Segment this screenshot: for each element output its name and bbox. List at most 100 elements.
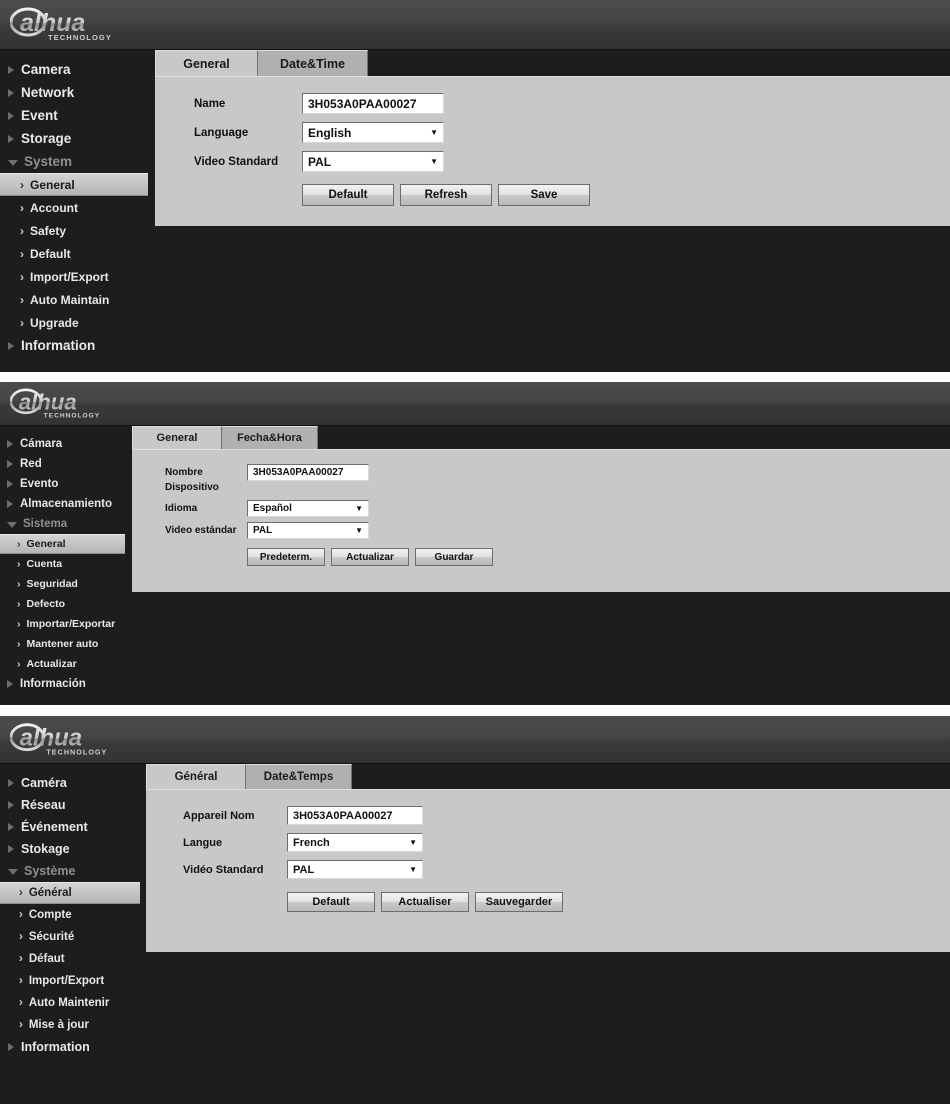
save-button[interactable]: Sauvegarder (475, 892, 563, 912)
sidebar-item-camera[interactable]: Caméra (0, 772, 146, 794)
video-standard-select[interactable]: PAL ▼ (247, 522, 369, 539)
save-button[interactable]: Guardar (415, 548, 493, 566)
triangle-down-icon (8, 159, 18, 166)
sidebar-item-label: Defecto (26, 598, 66, 610)
triangle-right-icon (8, 88, 14, 97)
sidebar-item-network[interactable]: Red (0, 454, 132, 474)
sidebar-item-camera[interactable]: Cámara (0, 434, 132, 454)
default-button[interactable]: Default (302, 184, 394, 206)
video-standard-select[interactable]: PAL ▼ (302, 151, 444, 172)
panel-body: Caméra Réseau Événement Stokage Système … (0, 764, 950, 1058)
sidebar-item-safety[interactable]: › Seguridad (0, 574, 132, 594)
sidebar-item-default[interactable]: › Defecto (0, 594, 132, 614)
sidebar-item-system[interactable]: System (0, 150, 155, 173)
brand-header: alhua TECHNOLOGY (0, 0, 950, 50)
sidebar-item-label: Default (30, 246, 71, 261)
chevron-right-icon: › (19, 887, 23, 899)
triangle-right-icon (8, 779, 14, 787)
language-value: French (293, 836, 330, 849)
form-row-video-standard: Video estándar PAL ▼ (165, 522, 950, 539)
triangle-right-icon (7, 680, 13, 688)
tab-date-time[interactable]: Fecha&Hora (222, 426, 318, 449)
screenshot-root: alhua TECHNOLOGY Camera Network Event St… (0, 0, 950, 1104)
sidebar-item-storage[interactable]: Almacenamiento (0, 494, 132, 514)
action-buttons: Default Refresh Save (302, 184, 950, 206)
sidebar-item-label: Seguridad (26, 578, 78, 590)
sidebar-item-general[interactable]: › Général (0, 882, 140, 904)
refresh-button[interactable]: Refresh (400, 184, 492, 206)
sidebar-item-general[interactable]: › General (0, 534, 125, 554)
sidebar-item-upgrade[interactable]: › Mise à jour (0, 1014, 146, 1036)
sidebar-item-network[interactable]: Réseau (0, 794, 146, 816)
chevron-right-icon: › (17, 578, 21, 590)
sidebar-item-general[interactable]: › General (0, 173, 148, 196)
sidebar-item-label: Défaut (28, 953, 65, 965)
sidebar-item-safety[interactable]: › Sécurité (0, 926, 146, 948)
save-button[interactable]: Save (498, 184, 590, 206)
svg-text:TECHNOLOGY: TECHNOLOGY (44, 412, 101, 419)
sidebar-item-storage[interactable]: Stokage (0, 838, 146, 860)
caret-down-icon: ▼ (355, 525, 363, 535)
sidebar-item-account[interactable]: › Compte (0, 904, 146, 926)
sidebar-item-default[interactable]: › Default (0, 242, 155, 265)
tab-general[interactable]: General (132, 426, 222, 449)
sidebar-item-safety[interactable]: › Safety (0, 219, 155, 242)
sidebar-item-label: Importar/Exportar (26, 618, 116, 630)
language-select[interactable]: French ▼ (287, 833, 423, 852)
sidebar-item-event[interactable]: Événement (0, 816, 146, 838)
default-button[interactable]: Predeterm. (247, 548, 325, 566)
sidebar-item-account[interactable]: › Account (0, 196, 155, 219)
sidebar-item-information[interactable]: Information (0, 1036, 146, 1058)
sidebar-item-label: Mantener auto (26, 638, 99, 650)
sidebar-item-camera[interactable]: Camera (0, 58, 155, 81)
triangle-right-icon (8, 845, 14, 853)
sidebar-item-network[interactable]: Network (0, 81, 155, 104)
sidebar-item-storage[interactable]: Storage (0, 127, 155, 150)
sidebar-item-import-export[interactable]: › Importar/Exportar (0, 614, 132, 634)
dahua-logo: alhua TECHNOLOGY (10, 7, 150, 43)
triangle-right-icon (8, 65, 14, 74)
sidebar-item-event[interactable]: Event (0, 104, 155, 127)
chevron-right-icon: › (19, 1019, 23, 1031)
language-label: Language (194, 127, 249, 139)
refresh-button[interactable]: Actualiser (381, 892, 469, 912)
sidebar-item-import-export[interactable]: › Import/Export (0, 265, 155, 288)
sidebar-item-information[interactable]: Information (0, 334, 155, 357)
device-name-input[interactable]: 3H053A0PAA00027 (247, 464, 369, 481)
language-select[interactable]: Español ▼ (247, 500, 369, 517)
sidebar-item-upgrade[interactable]: › Upgrade (0, 311, 155, 334)
sidebar-item-event[interactable]: Evento (0, 474, 132, 494)
sidebar-item-auto-maintain[interactable]: › Auto Maintenir (0, 992, 146, 1014)
sidebar-item-system[interactable]: Système (0, 860, 146, 882)
sidebar-item-system[interactable]: Sistema (0, 514, 132, 534)
form-row-language: Language English ▼ (194, 122, 950, 144)
chevron-right-icon: › (19, 931, 23, 943)
language-select[interactable]: English ▼ (302, 122, 444, 143)
tab-general[interactable]: Général (146, 764, 246, 789)
sidebar-item-label: Système (24, 864, 76, 878)
tab-date-time[interactable]: Date&Temps (246, 764, 352, 789)
sidebar-item-account[interactable]: › Cuenta (0, 554, 132, 574)
default-button[interactable]: Default (287, 892, 375, 912)
sidebar-item-label: Event (21, 108, 58, 123)
device-name-input[interactable]: 3H053A0PAA00027 (287, 806, 423, 825)
tab-date-time[interactable]: Date&Time (258, 50, 368, 76)
sidebar-item-label: Information (21, 1040, 90, 1054)
video-standard-value: PAL (308, 154, 332, 169)
triangle-right-icon (8, 801, 14, 809)
sidebar-item-label: Cámara (20, 438, 63, 450)
sidebar-item-auto-maintain[interactable]: › Mantener auto (0, 634, 132, 654)
sidebar-item-import-export[interactable]: › Import/Export (0, 970, 146, 992)
video-standard-label: Video Standard (194, 156, 279, 168)
video-standard-select[interactable]: PAL ▼ (287, 860, 423, 879)
sidebar-item-default[interactable]: › Défaut (0, 948, 146, 970)
sidebar-item-information[interactable]: Información (0, 674, 132, 694)
tab-general[interactable]: General (155, 50, 258, 76)
sidebar-item-upgrade[interactable]: › Actualizar (0, 654, 132, 674)
refresh-button[interactable]: Actualizar (331, 548, 409, 566)
sidebar-item-label: Camera (21, 62, 71, 77)
action-buttons: Default Actualiser Sauvegarder (287, 892, 950, 912)
caret-down-icon: ▼ (409, 864, 417, 874)
device-name-input[interactable]: 3H053A0PAA00027 (302, 93, 444, 114)
sidebar-item-auto-maintain[interactable]: › Auto Maintain (0, 288, 155, 311)
